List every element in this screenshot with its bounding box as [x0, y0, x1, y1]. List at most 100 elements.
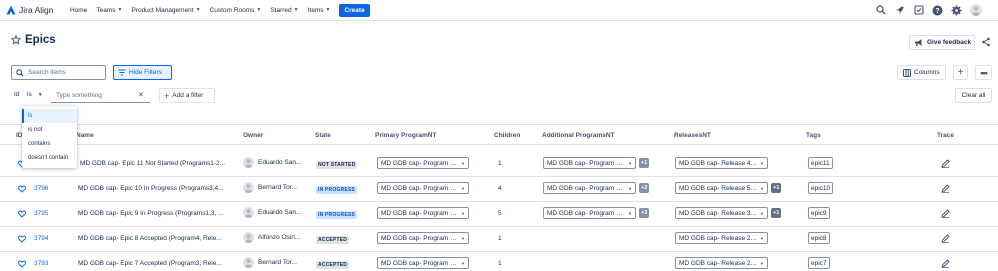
add-column-button[interactable]: +	[953, 65, 968, 80]
heart-icon[interactable]	[18, 235, 26, 243]
trace-edit-icon[interactable]	[941, 234, 950, 243]
primary-program-select[interactable]: MD GDB cap- Program 1 (... ▼	[377, 157, 469, 169]
chevron-down-icon: ▼	[461, 235, 465, 241]
table-row[interactable]: MD GDB cap- Epic 11 Not Started (Program…	[0, 152, 998, 177]
primary-program-select[interactable]: MD GDB cap- Program 1 (... ▼	[377, 207, 469, 219]
table-row[interactable]: 3793 MD GDB cap- Epic 7 Accepted (Progra…	[0, 252, 998, 271]
release-more-badge[interactable]: +1	[771, 208, 782, 218]
nav-teams[interactable]: Teams ▼	[96, 7, 122, 14]
clear-filter-icon[interactable]: ✕	[138, 91, 144, 99]
columns-button[interactable]: Columns	[897, 65, 946, 80]
column-header-state[interactable]: State	[315, 132, 331, 139]
trace-edit-icon[interactable]	[941, 184, 950, 193]
search-input[interactable]: Search items	[11, 65, 106, 80]
operator-option-contains[interactable]: contains	[22, 137, 77, 151]
table-row[interactable]: 3796 MD GDB cap- Epic 10 In Progress (Pr…	[0, 177, 998, 202]
row-name[interactable]: MD GDB cap- Epic 9 In Progress (Programs…	[78, 210, 232, 217]
avatar	[243, 157, 254, 168]
additional-more-badge[interactable]: +2	[639, 183, 650, 193]
status-badge: ACCEPTED	[316, 261, 350, 269]
release-select[interactable]: MD GDB cap- Release 4: ... ▼	[675, 157, 768, 169]
star-icon[interactable]	[11, 35, 21, 45]
heart-icon[interactable]	[18, 260, 26, 268]
row-id-link[interactable]: 3795	[34, 210, 48, 217]
share-icon[interactable]	[981, 37, 991, 47]
filter-value-input[interactable]: Type something	[51, 88, 150, 103]
chevron-down-icon: ▼	[760, 210, 764, 216]
trace-edit-icon[interactable]	[941, 159, 950, 168]
additional-program-select[interactable]: MD GDB cap- Program 4 ... ▼	[543, 182, 636, 194]
primary-program-select[interactable]: MD GDB cap- Program 3 ... ▼	[377, 257, 469, 269]
table-row[interactable]: 3794 MD GDB cap- Epic 8 Accepted (Progra…	[0, 227, 998, 252]
row-id-link[interactable]: 3794	[34, 235, 48, 242]
row-id-link[interactable]: 3796	[34, 185, 48, 192]
row-name[interactable]: MD GDB cap- Epic 8 Accepted (Program4, R…	[78, 235, 232, 242]
tag-chip[interactable]: epic10	[808, 182, 834, 194]
row-owner: Bernard Tor...	[243, 257, 302, 268]
primary-program-select[interactable]: MD GDB cap- Program 4 ... ▼	[377, 232, 469, 244]
filter-field[interactable]: Id	[14, 91, 19, 98]
avatar	[243, 182, 254, 193]
additional-more-badge[interactable]: +1	[639, 158, 650, 168]
operator-option-doesnt-contain[interactable]: doesn't contain	[22, 151, 77, 165]
column-header-additional-programs[interactable]: Additional ProgramsNT	[542, 132, 615, 139]
trace-edit-icon[interactable]	[941, 259, 950, 268]
operator-option-is-not[interactable]: is not	[22, 123, 77, 137]
primary-program-select[interactable]: MD GDB cap- Program 3 ... ▼	[377, 182, 469, 194]
tag-chip[interactable]: epic11	[808, 157, 833, 169]
column-header-name[interactable]: Name	[76, 132, 94, 139]
row-name[interactable]: MD GDB cap- Epic 10 In Progress (Program…	[78, 185, 232, 192]
additional-more-badge[interactable]: +3	[639, 208, 650, 218]
release-select[interactable]: MD GDB cap- Release 3: ... ▼	[675, 207, 768, 219]
add-filter-button[interactable]: + Add a filter	[159, 88, 215, 103]
release-select[interactable]: MD GDB cap- Release 2: ... ▼	[675, 257, 768, 269]
trace-edit-icon[interactable]	[941, 209, 950, 218]
clear-all-button[interactable]: Clear all	[955, 88, 992, 103]
create-button[interactable]: Create	[339, 3, 370, 17]
search-icon[interactable]	[875, 5, 886, 16]
table-header: ID Name Owner State Primary ProgramNT Ch…	[0, 124, 998, 145]
nav-product-management[interactable]: Product Management ▼	[131, 7, 200, 14]
columns-label: Columns	[914, 69, 940, 76]
heart-icon[interactable]	[18, 185, 26, 193]
column-header-trace[interactable]: Trace	[937, 132, 954, 139]
operator-option-is[interactable]: is	[22, 109, 77, 123]
row-id-link[interactable]: 3793	[34, 260, 48, 267]
row-name[interactable]: MD GDB cap- Epic 11 Not Started (Program…	[80, 160, 234, 167]
release-more-badge[interactable]: +1	[771, 183, 782, 193]
user-avatar[interactable]	[970, 4, 982, 16]
heart-icon[interactable]	[18, 210, 26, 218]
chevron-down-icon: ▼	[461, 185, 465, 191]
filter-operator-select[interactable]: is ▼	[27, 91, 43, 98]
nav-items[interactable]: Items ▼	[308, 7, 331, 14]
nav-teams-label: Teams	[96, 6, 116, 14]
nav-starred[interactable]: Starred ▼	[270, 7, 298, 14]
release-select[interactable]: MD GDB cap- Release 2: ... ▼	[675, 232, 768, 244]
search-icon	[16, 68, 24, 77]
hide-filters-button[interactable]: Hide Filters	[113, 65, 172, 80]
column-header-owner[interactable]: Owner	[243, 132, 263, 139]
release-select[interactable]: MD GDB cap- Release 5: ... ▼	[675, 182, 768, 194]
owner-name: Eduardo San...	[258, 159, 302, 166]
settings-icon[interactable]	[951, 5, 962, 16]
status-badge: IN PROGRESS	[316, 186, 357, 194]
nav-custom-rooms[interactable]: Custom Rooms ▼	[210, 7, 262, 14]
column-header-tags[interactable]: Tags	[806, 132, 821, 139]
column-header-children[interactable]: Children	[494, 132, 520, 139]
nav-home[interactable]: Home	[70, 7, 87, 14]
column-header-releases[interactable]: ReleasesNT	[674, 132, 711, 139]
tag-chip[interactable]: epic7	[808, 257, 830, 269]
rocket-icon[interactable]	[894, 5, 905, 16]
more-actions-button[interactable]: •••	[975, 65, 992, 80]
additional-program-select[interactable]: MD GDB cap- Program 2 ... ▼	[543, 157, 636, 169]
additional-program-select[interactable]: MD GDB cap- Program 2 ... ▼	[543, 207, 636, 219]
row-name[interactable]: MD GDB cap- Epic 7 Accepted (Program3, R…	[78, 260, 232, 267]
checklist-icon[interactable]	[913, 5, 924, 16]
app-logo[interactable]: Jira Align	[6, 5, 61, 15]
give-feedback-button[interactable]: Give feedback	[909, 35, 975, 50]
column-header-primary-program[interactable]: Primary ProgramNT	[375, 132, 436, 139]
help-icon[interactable]: ?	[932, 5, 943, 16]
tag-chip[interactable]: epic9	[808, 207, 830, 219]
table-row[interactable]: 3795 MD GDB cap- Epic 9 In Progress (Pro…	[0, 202, 998, 227]
tag-chip[interactable]: epic8	[808, 232, 830, 244]
